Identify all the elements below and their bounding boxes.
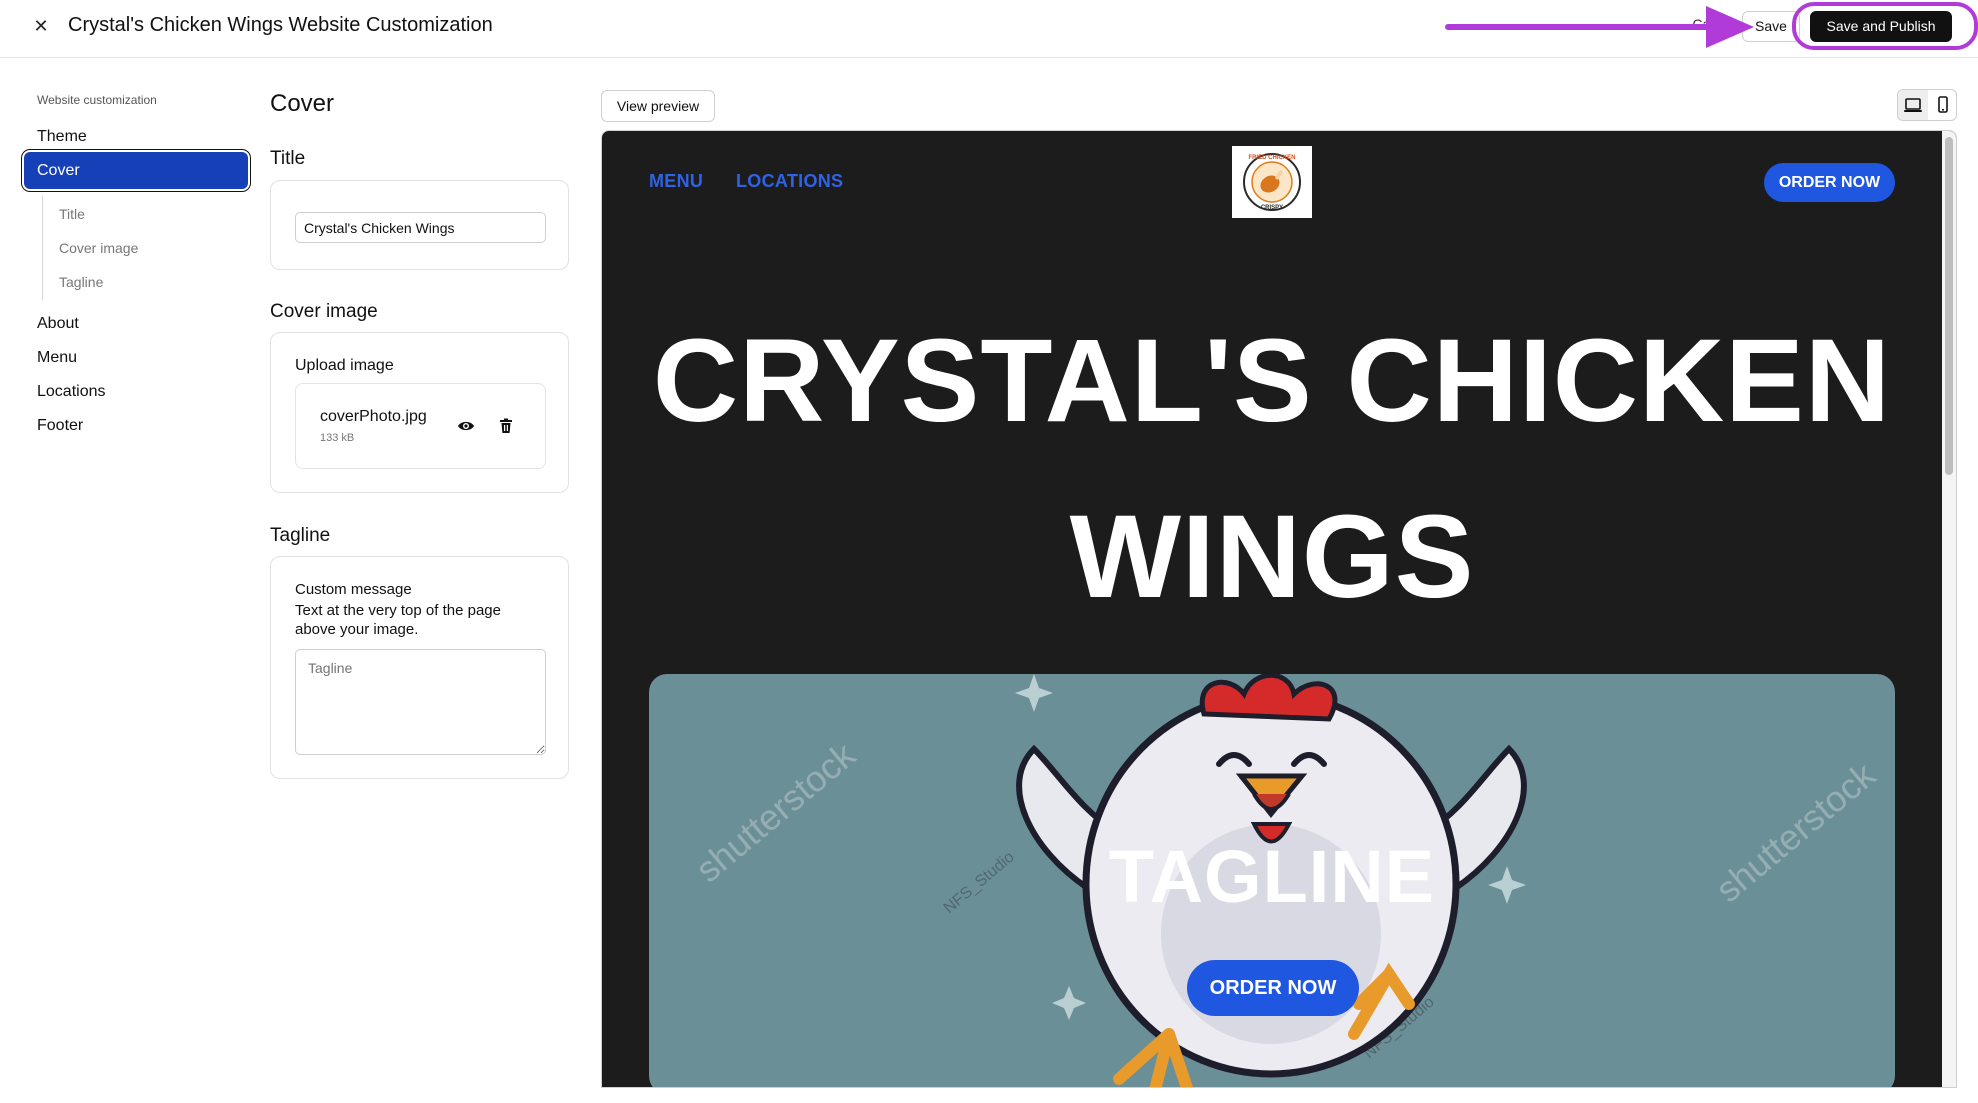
preview-nav-locations[interactable]: LOCATIONS bbox=[736, 171, 843, 192]
device-toggle bbox=[1897, 89, 1957, 121]
sidebar-item-menu[interactable]: Menu bbox=[37, 349, 77, 367]
sidebar-subitem-tagline[interactable]: Tagline bbox=[59, 274, 103, 290]
preview-scrollbar-thumb[interactable] bbox=[1945, 137, 1953, 475]
section-title: Cover bbox=[270, 90, 335, 117]
preview-scrollbar[interactable] bbox=[1942, 131, 1956, 1087]
sidebar-subitem-title[interactable]: Title bbox=[59, 206, 85, 222]
title-input[interactable] bbox=[295, 212, 546, 243]
sidebar-item-cover[interactable]: Cover bbox=[24, 152, 248, 189]
sidebar-item-about[interactable]: About bbox=[37, 315, 79, 333]
brand-logo: FRIED CHICKEN CRISPY bbox=[1232, 146, 1312, 218]
custom-message-label: Custom message bbox=[295, 581, 412, 598]
preview-hero-order-button[interactable]: ORDER NOW bbox=[1187, 960, 1359, 1016]
tagline-label: Tagline bbox=[270, 525, 331, 546]
mobile-icon[interactable] bbox=[1928, 90, 1957, 120]
view-preview-button[interactable]: View preview bbox=[601, 90, 715, 122]
eye-icon[interactable] bbox=[456, 416, 476, 436]
sidebar-item-footer[interactable]: Footer bbox=[37, 417, 83, 435]
cover-image-card: Upload image coverPhoto.jpg 133 kB bbox=[270, 332, 569, 493]
title-field-label: Title bbox=[270, 148, 306, 169]
cover-image: shutterstock shutterstock NFS_Studio NFS… bbox=[649, 674, 1895, 1087]
preview-tagline: TAGLINE bbox=[1108, 835, 1436, 918]
uploaded-file: coverPhoto.jpg 133 kB bbox=[295, 383, 546, 469]
sidebar-subitem-cover-image[interactable]: Cover image bbox=[59, 240, 138, 256]
page-title: Crystal's Chicken Wings Website Customiz… bbox=[68, 14, 493, 36]
sidebar: Website customization Theme Cover Title … bbox=[0, 58, 260, 1103]
file-size: 133 kB bbox=[320, 432, 355, 444]
tagline-textarea[interactable] bbox=[295, 649, 546, 755]
preview-order-now-button[interactable]: ORDER NOW bbox=[1764, 163, 1895, 202]
preview-hero-title: CRYSTAL'S CHICKEN WINGS bbox=[652, 315, 1892, 623]
save-and-publish-button[interactable]: Save and Publish bbox=[1810, 11, 1952, 42]
trash-icon[interactable] bbox=[496, 416, 516, 436]
close-icon[interactable]: ✕ bbox=[30, 15, 52, 37]
title-card bbox=[270, 180, 569, 270]
tagline-help-text: Text at the very top of the page above y… bbox=[295, 602, 501, 638]
desktop-icon[interactable] bbox=[1898, 90, 1928, 120]
website-preview: MENU LOCATIONS FRIED CHICKEN CRISPY ORDE… bbox=[601, 130, 1957, 1088]
cover-image-label: Cover image bbox=[270, 301, 378, 322]
tagline-card: Custom message Text at the very top of t… bbox=[270, 556, 569, 779]
cover-form: Cover Title Cover image Upload image cov… bbox=[270, 58, 570, 1103]
annotation-arrow-icon bbox=[1445, 6, 1754, 48]
preview-nav-menu[interactable]: MENU bbox=[649, 171, 703, 192]
upload-image-label: Upload image bbox=[295, 357, 394, 374]
sidebar-heading: Website customization bbox=[37, 93, 157, 107]
sidebar-item-locations[interactable]: Locations bbox=[37, 383, 106, 401]
file-name: coverPhoto.jpg bbox=[320, 408, 427, 425]
logo-text-top: FRIED CHICKEN bbox=[1248, 155, 1295, 161]
logo-text-bottom: CRISPY bbox=[1261, 205, 1283, 211]
sidebar-subnav-rail bbox=[42, 196, 43, 300]
sidebar-item-theme[interactable]: Theme bbox=[37, 128, 87, 146]
top-bar: ✕ Crystal's Chicken Wings Website Custom… bbox=[0, 0, 1978, 58]
